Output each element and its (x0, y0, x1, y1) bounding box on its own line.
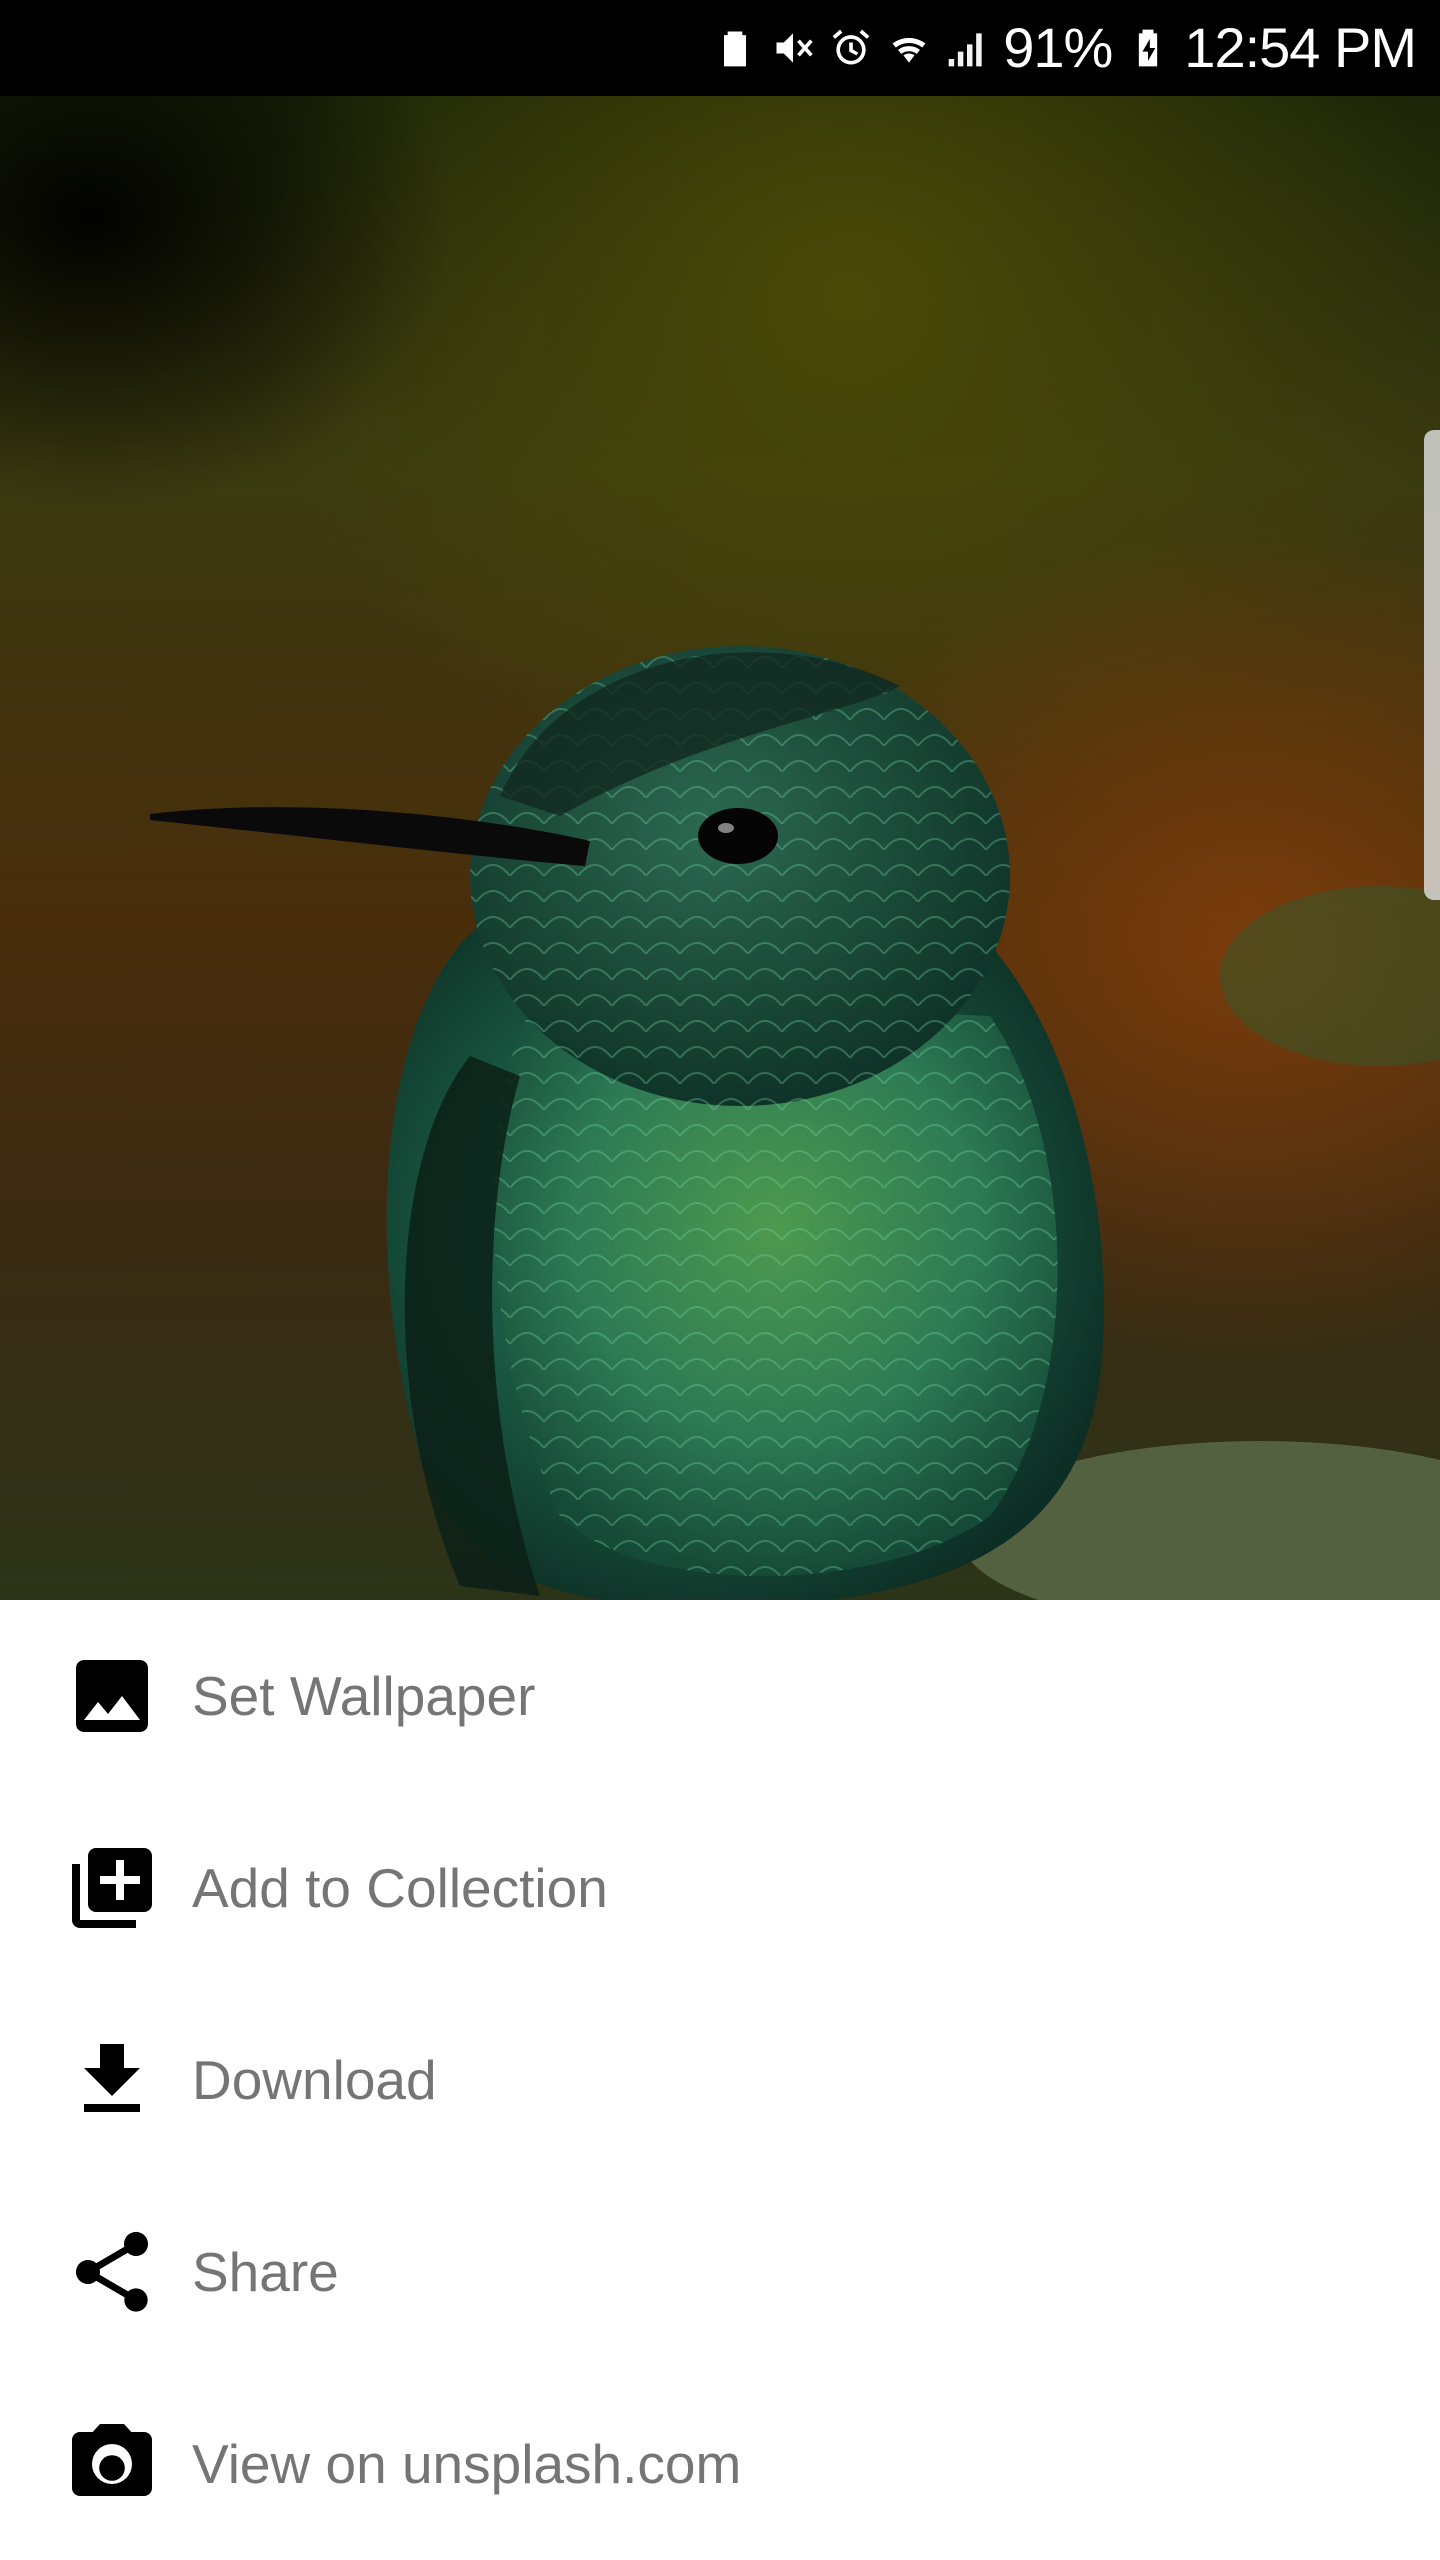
menu-item-share[interactable]: Share (0, 2176, 1440, 2368)
status-bar: 91% 12:54 PM (0, 0, 1440, 96)
alarm-icon (829, 20, 873, 76)
wifi-icon (887, 20, 931, 76)
add-to-collection-icon (64, 1840, 160, 1936)
menu-item-label: Add to Collection (192, 1857, 608, 1919)
action-sheet: Set Wallpaper Add to Collection Download… (0, 1600, 1440, 2560)
mute-icon (771, 20, 815, 76)
hummingbird-photo[interactable] (0, 96, 1440, 1600)
wallpaper-icon (64, 1648, 160, 1744)
menu-item-label: Set Wallpaper (192, 1665, 536, 1727)
camera-icon (64, 2416, 160, 2512)
signal-icon (945, 20, 989, 76)
menu-item-label: View on unsplash.com (192, 2433, 742, 2495)
menu-item-label: Download (192, 2049, 437, 2111)
screen: 91% 12:54 PM Set Wallpaper Add to Collec… (0, 0, 1440, 2560)
battery-percent: 91% (1003, 16, 1113, 79)
menu-item-add-to-collection[interactable]: Add to Collection (0, 1792, 1440, 1984)
menu-item-set-wallpaper[interactable]: Set Wallpaper (0, 1600, 1440, 1792)
share-icon (64, 2224, 160, 2320)
menu-item-view-on-unsplash[interactable]: View on unsplash.com (0, 2368, 1440, 2560)
download-icon (64, 2032, 160, 2128)
hummingbird-illustration (150, 646, 1440, 1600)
clock: 12:54 PM (1184, 16, 1417, 79)
menu-item-label: Share (192, 2241, 339, 2303)
edge-panel-handle[interactable] (1424, 430, 1440, 900)
battery-saver-icon (713, 20, 757, 76)
charging-battery-icon (1126, 20, 1170, 76)
menu-item-download[interactable]: Download (0, 1984, 1440, 2176)
